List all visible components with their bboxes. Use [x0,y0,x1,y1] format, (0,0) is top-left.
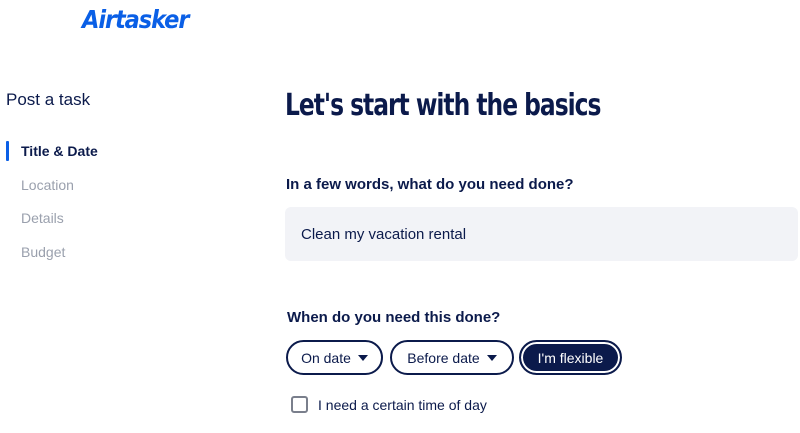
step-budget[interactable]: Budget [0,241,200,275]
before-date-dropdown[interactable]: Before date [390,340,514,375]
page-heading: Let's start with the basics [285,88,601,123]
on-date-dropdown[interactable]: On date [286,340,383,375]
caret-down-icon [486,354,497,361]
flexible-label: I'm flexible [537,349,604,366]
step-nav: Title & Date Location Details Budget [0,140,200,274]
date-question-label: When do you need this done? [287,309,501,326]
task-question-label: In a few words, what do you need done? [286,176,574,193]
flexible-button[interactable]: I'm flexible [519,340,622,375]
caret-down-icon [357,354,368,361]
step-title-date[interactable]: Title & Date [0,140,200,174]
before-date-label: Before date [407,349,480,366]
time-of-day-checkbox[interactable] [291,396,308,413]
time-of-day-label: I need a certain time of day [318,396,487,413]
time-of-day-option[interactable]: I need a certain time of day [291,396,487,413]
step-details[interactable]: Details [0,207,200,241]
on-date-label: On date [301,349,351,366]
airtasker-logo[interactable]: Airtasker [82,5,189,34]
post-task-page: Airtasker Post a task Title & Date Locat… [0,0,800,433]
step-location[interactable]: Location [0,174,200,208]
sidebar-title: Post a task [6,90,91,109]
task-title-input[interactable] [285,207,798,261]
